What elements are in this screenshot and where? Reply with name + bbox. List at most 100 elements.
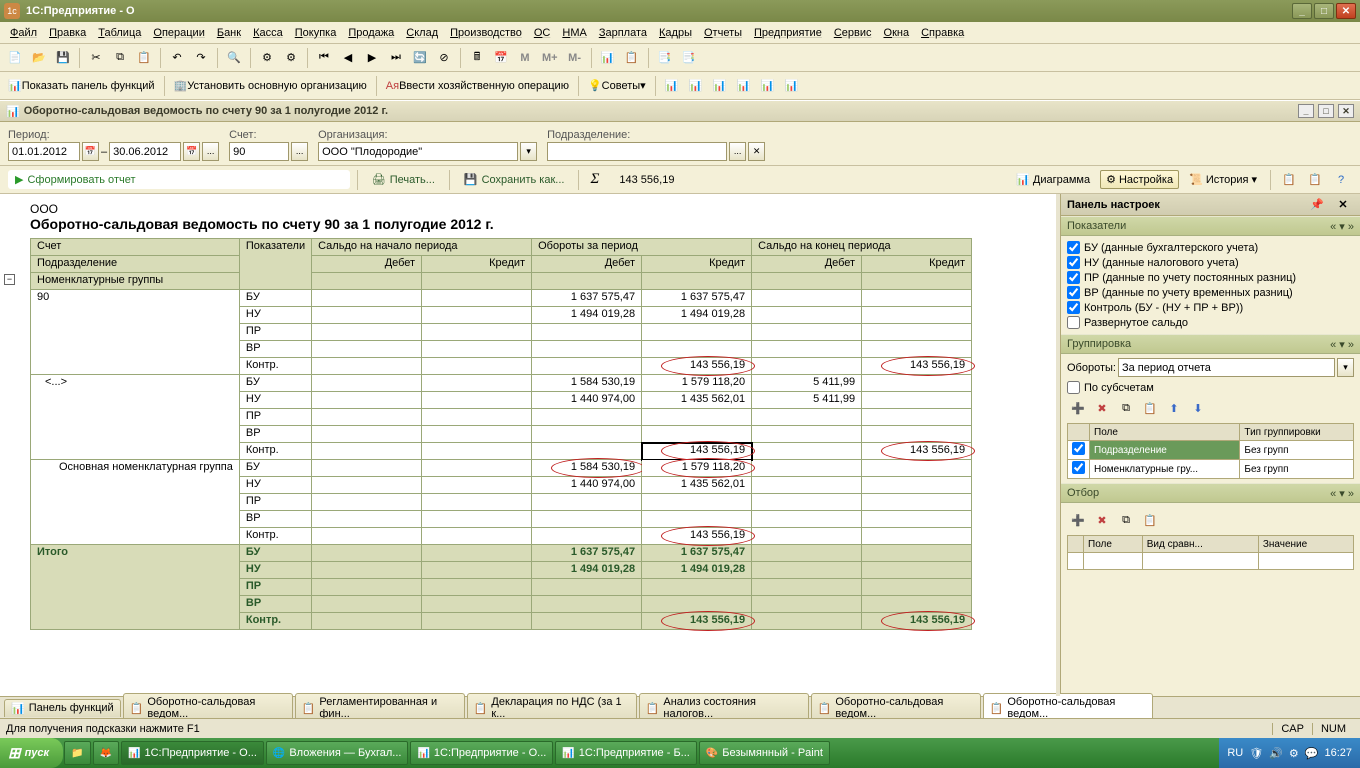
search-icon[interactable]: 🔍: [223, 47, 245, 69]
menu-nma[interactable]: НМА: [556, 25, 592, 41]
tb2-e-icon[interactable]: 📊: [757, 75, 779, 97]
period-ellipsis[interactable]: ...: [202, 142, 219, 161]
tool-icon[interactable]: ⚙: [256, 47, 278, 69]
tray-icon-2[interactable]: 🔊: [1269, 747, 1283, 760]
chk-kontr[interactable]: [1067, 301, 1080, 314]
copy-icon[interactable]: ⧉: [109, 47, 131, 69]
menu-cash[interactable]: Касса: [247, 25, 289, 41]
period-from-picker[interactable]: 📅: [82, 142, 99, 161]
menu-sale[interactable]: Продажа: [342, 25, 400, 41]
m-button[interactable]: M: [514, 47, 536, 69]
menu-production[interactable]: Производство: [444, 25, 528, 41]
menu-help[interactable]: Справка: [915, 25, 970, 41]
collapse-node[interactable]: −: [4, 274, 15, 285]
section-grouping-header[interactable]: Группировка« ▾ »: [1061, 334, 1360, 354]
tb2-c-icon[interactable]: 📊: [709, 75, 731, 97]
task-1c-1[interactable]: 📊 1С:Предприятие - О...: [121, 741, 264, 765]
doc-close-button[interactable]: ✕: [1338, 104, 1354, 118]
tb2-b-icon[interactable]: 📊: [685, 75, 707, 97]
settings-button[interactable]: ⚙ Настройка: [1100, 170, 1179, 189]
close-button[interactable]: ✕: [1336, 3, 1356, 19]
menu-reports[interactable]: Отчеты: [698, 25, 748, 41]
diagram-button[interactable]: 📊 Диаграмма: [1010, 170, 1096, 189]
section-filter-header[interactable]: Отбор« ▾ »: [1061, 483, 1360, 503]
paste-icon[interactable]: 📋: [133, 47, 155, 69]
account-input[interactable]: [229, 142, 289, 161]
menu-purchase[interactable]: Покупка: [289, 25, 343, 41]
grp-up-icon[interactable]: ⬆: [1163, 397, 1185, 419]
save-icon[interactable]: 💾: [52, 47, 74, 69]
period-to-input[interactable]: [109, 142, 181, 161]
start-button[interactable]: ⊞ пуск: [0, 738, 63, 768]
task-chrome[interactable]: 🌐 Вложения — Бухгал...: [266, 741, 409, 765]
podr-picker[interactable]: ...: [729, 142, 746, 161]
menu-salary[interactable]: Зарплата: [593, 25, 653, 41]
flt-add-icon[interactable]: ➕: [1067, 509, 1089, 531]
menu-enterprise[interactable]: Предприятие: [748, 25, 828, 41]
misc2-icon[interactable]: 📋: [621, 47, 643, 69]
turnover-dropdown[interactable]: ▾: [1337, 358, 1354, 377]
menu-ops[interactable]: Операции: [147, 25, 210, 41]
task-folder[interactable]: 📁: [64, 741, 90, 765]
doc-max-button[interactable]: □: [1318, 104, 1334, 118]
minimize-button[interactable]: _: [1292, 3, 1312, 19]
nav-first-icon[interactable]: ⏮: [313, 47, 335, 69]
grp-c-icon[interactable]: ⧉: [1115, 397, 1137, 419]
menu-bank[interactable]: Банк: [211, 25, 247, 41]
flt-c-icon[interactable]: ⧉: [1115, 509, 1137, 531]
rv-b-icon[interactable]: 📋: [1304, 169, 1326, 191]
doc-min-button[interactable]: _: [1298, 104, 1314, 118]
task-paint[interactable]: 🎨 Безымянный - Paint: [699, 741, 830, 765]
podr-input[interactable]: [547, 142, 727, 161]
cut-icon[interactable]: ✂: [85, 47, 107, 69]
panel-pin-icon[interactable]: 📌: [1306, 194, 1328, 216]
panel-close-icon[interactable]: ✕: [1332, 194, 1354, 216]
task-1c-2[interactable]: 📊 1С:Предприятие - О...: [410, 741, 553, 765]
tool2-icon[interactable]: ⚙: [280, 47, 302, 69]
menu-hr[interactable]: Кадры: [653, 25, 698, 41]
mplus-button[interactable]: M+: [538, 47, 562, 69]
tray-lang[interactable]: RU: [1227, 747, 1243, 759]
chk-subacc[interactable]: [1067, 381, 1080, 394]
history-button[interactable]: 📜 История ▾: [1183, 170, 1263, 189]
period-to-picker[interactable]: 📅: [183, 142, 200, 161]
chk-bu[interactable]: [1067, 241, 1080, 254]
tb2-f-icon[interactable]: 📊: [781, 75, 803, 97]
grp-down-icon[interactable]: ⬇: [1187, 397, 1209, 419]
open-icon[interactable]: 📂: [28, 47, 50, 69]
system-tray[interactable]: RU 🛡 🔊 ⚙ 💬 16:27: [1219, 738, 1360, 768]
chk-razv[interactable]: [1067, 316, 1080, 329]
panel-func-button[interactable]: 📊 Показать панель функций: [4, 75, 159, 97]
save-as-button[interactable]: 💾 Сохранить как...: [457, 170, 572, 189]
tray-icon-4[interactable]: 💬: [1305, 747, 1319, 760]
enter-op-button[interactable]: Ая Ввести хозяйственную операцию: [382, 75, 573, 97]
nav-prev-icon[interactable]: ◀: [337, 47, 359, 69]
misc3-icon[interactable]: 📑: [654, 47, 676, 69]
rv-a-icon[interactable]: 📋: [1278, 169, 1300, 191]
menu-table[interactable]: Таблица: [92, 25, 147, 41]
grp-row2-chk[interactable]: [1072, 461, 1085, 474]
nav-next-icon[interactable]: ▶: [361, 47, 383, 69]
tray-clock[interactable]: 16:27: [1324, 747, 1352, 759]
form-report-button[interactable]: ▶ Сформировать отчет: [8, 170, 350, 189]
grp-add-icon[interactable]: ➕: [1067, 397, 1089, 419]
undo-icon[interactable]: ↶: [166, 47, 188, 69]
flt-del-icon[interactable]: ✖: [1091, 509, 1113, 531]
set-org-button[interactable]: 🏢 Установить основную организацию: [170, 75, 371, 97]
turnover-select[interactable]: [1118, 358, 1335, 377]
stop-icon[interactable]: ⊘: [433, 47, 455, 69]
menu-os[interactable]: ОС: [528, 25, 557, 41]
org-dropdown[interactable]: ▾: [520, 142, 537, 161]
menu-file[interactable]: Файл: [4, 25, 43, 41]
misc4-icon[interactable]: 📑: [678, 47, 700, 69]
tray-icon-1[interactable]: 🛡: [1249, 747, 1263, 760]
flt-d-icon[interactable]: 📋: [1139, 509, 1161, 531]
nav-last-icon[interactable]: ⏭: [385, 47, 407, 69]
tray-icon-3[interactable]: ⚙: [1289, 747, 1299, 760]
period-from-input[interactable]: [8, 142, 80, 161]
podr-clear[interactable]: ✕: [748, 142, 765, 161]
grp-del-icon[interactable]: ✖: [1091, 397, 1113, 419]
tb2-d-icon[interactable]: 📊: [733, 75, 755, 97]
new-icon[interactable]: 📄: [4, 47, 26, 69]
grp-d-icon[interactable]: 📋: [1139, 397, 1161, 419]
